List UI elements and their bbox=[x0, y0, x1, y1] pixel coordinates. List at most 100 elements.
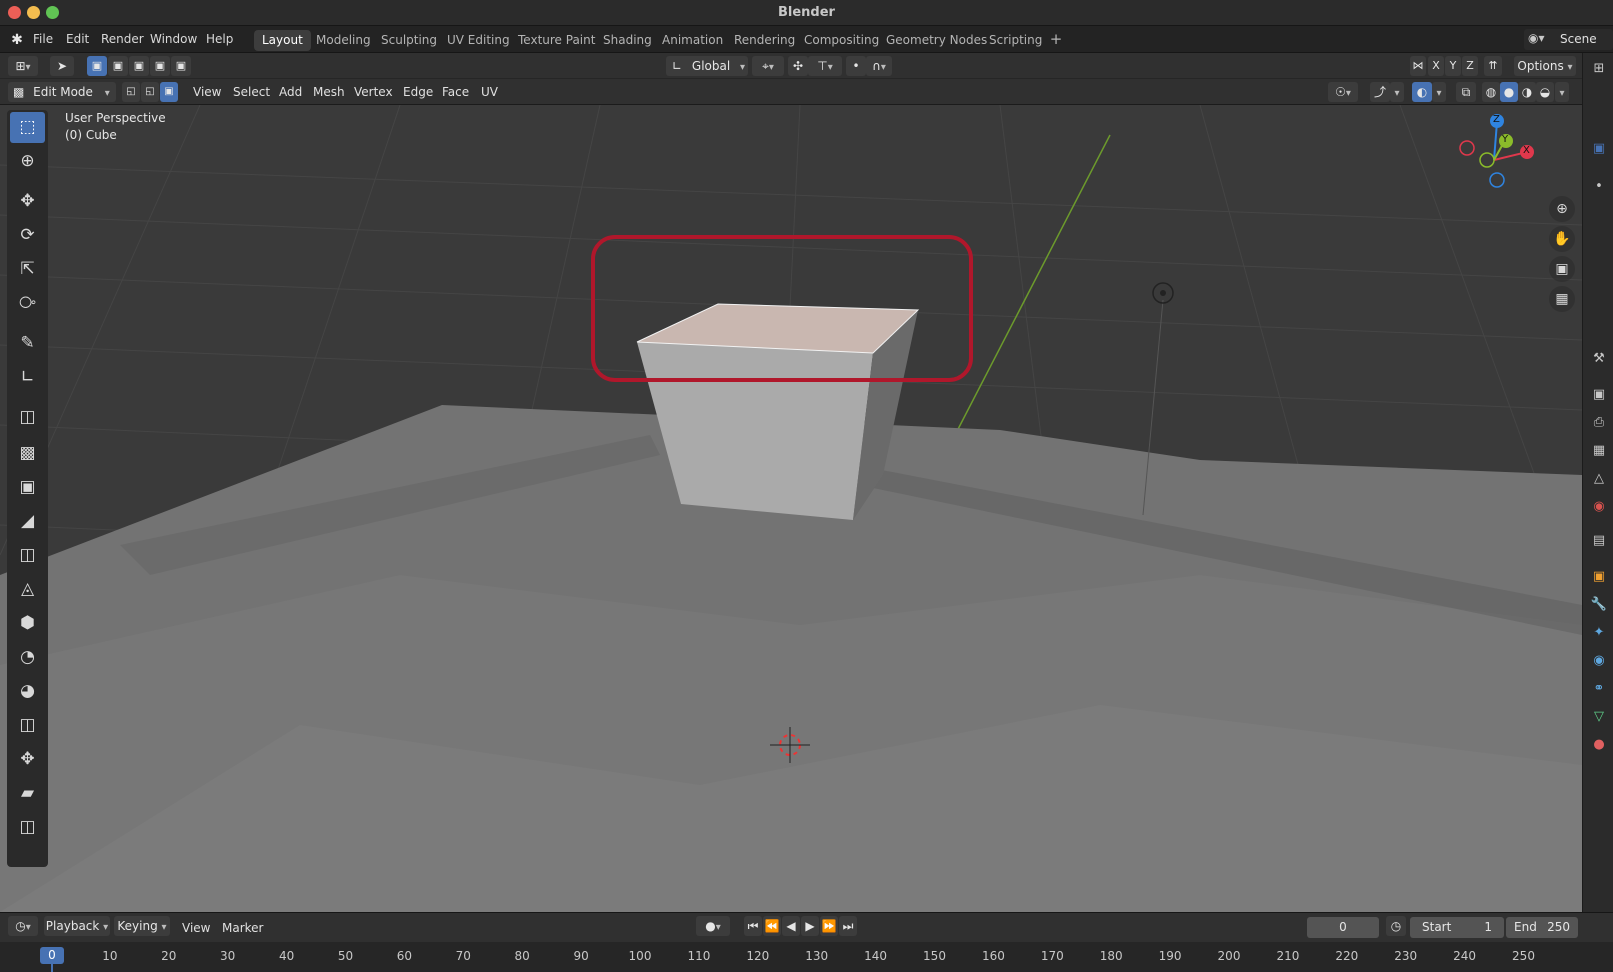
menu-help[interactable]: Help bbox=[206, 32, 233, 46]
current-frame-field[interactable]: 0 bbox=[1307, 917, 1379, 938]
collection-properties-icon[interactable]: ▤ bbox=[1589, 531, 1609, 551]
proportional-edit-icon[interactable]: • bbox=[846, 56, 866, 76]
xray-toggle-icon[interactable]: ⧉ bbox=[1456, 82, 1476, 102]
measure-icon[interactable]: ∟ bbox=[10, 362, 45, 393]
select-box-icon[interactable]: ⬚ bbox=[10, 112, 45, 143]
output-properties-icon[interactable]: ⎙ bbox=[1589, 413, 1609, 433]
preview-range-icon[interactable]: ◷ bbox=[1386, 916, 1406, 936]
select-mode-invert-icon[interactable]: ▣ bbox=[150, 56, 170, 76]
menu-edge[interactable]: Edge bbox=[403, 85, 433, 99]
smooth-icon[interactable]: ◕ bbox=[10, 676, 45, 707]
timeline-view-menu[interactable]: View bbox=[182, 921, 210, 935]
keying-menu[interactable]: Keying ▾ bbox=[114, 916, 170, 936]
select-mode-intersect-icon[interactable]: ▣ bbox=[171, 56, 191, 76]
mirror-z-toggle[interactable]: Z bbox=[1462, 56, 1478, 76]
scale-icon[interactable]: ⇱ bbox=[10, 254, 45, 285]
bevel-icon[interactable]: ◢ bbox=[10, 506, 45, 537]
tool-properties-icon[interactable]: ⚒ bbox=[1589, 349, 1609, 369]
extrude-region-icon[interactable]: ▩ bbox=[10, 438, 45, 469]
3d-viewport[interactable]: Z X Y User Perspective (0) Cube bbox=[0, 105, 1582, 912]
mode-dropdown[interactable]: ▩ Edit Mode ▾ bbox=[8, 82, 116, 102]
solid-shading-icon[interactable]: ● bbox=[1500, 82, 1518, 102]
menu-face[interactable]: Face bbox=[442, 85, 469, 99]
material-properties-icon[interactable]: ● bbox=[1589, 735, 1609, 755]
tab-compositing[interactable]: Compositing bbox=[796, 30, 887, 51]
shear-icon[interactable]: ▰ bbox=[10, 778, 45, 809]
gizmo-dropdown[interactable]: ▾ bbox=[1390, 82, 1404, 102]
auto-merge-icon[interactable]: ⇈ bbox=[1484, 56, 1502, 76]
mesh-data-icon[interactable]: ▽ bbox=[1589, 707, 1609, 727]
mirror-y-toggle[interactable]: Y bbox=[1445, 56, 1461, 76]
snap-target-icon[interactable]: ⊤▾ bbox=[808, 56, 842, 76]
tab-uv-editing[interactable]: UV Editing bbox=[439, 30, 518, 51]
tab-sculpting[interactable]: Sculpting bbox=[373, 30, 445, 51]
tab-shading[interactable]: Shading bbox=[595, 30, 660, 51]
zoom-icon[interactable]: ⊕ bbox=[1549, 196, 1575, 222]
move-icon[interactable]: ✥ bbox=[10, 186, 45, 217]
end-frame-field[interactable]: End 250 bbox=[1506, 917, 1578, 938]
spin-icon[interactable]: ◔ bbox=[10, 642, 45, 673]
render-properties-icon[interactable]: ▣ bbox=[1589, 385, 1609, 405]
add-workspace-button[interactable]: + bbox=[1047, 30, 1065, 50]
transform-icon[interactable]: ⧂ bbox=[10, 288, 45, 319]
scene-properties-icon[interactable]: △ bbox=[1589, 469, 1609, 489]
tab-rendering[interactable]: Rendering bbox=[726, 30, 803, 51]
blender-logo-icon[interactable]: ✱ bbox=[8, 31, 26, 49]
menu-vertex[interactable]: Vertex bbox=[354, 85, 393, 99]
gizmo-toggle-icon[interactable]: ⤴ bbox=[1370, 82, 1390, 102]
sidebar-item-icon[interactable]: • bbox=[1589, 177, 1609, 197]
wireframe-shading-icon[interactable]: ◍ bbox=[1482, 82, 1500, 102]
playhead-frame-indicator[interactable]: 0 bbox=[40, 947, 64, 964]
mirror-x-toggle[interactable]: X bbox=[1428, 56, 1444, 76]
menu-select[interactable]: Select bbox=[233, 85, 270, 99]
shrink-fatten-icon[interactable]: ✥ bbox=[10, 744, 45, 775]
options-dropdown[interactable]: Options ▾ bbox=[1514, 56, 1576, 76]
play-icon[interactable]: ▶ bbox=[801, 916, 819, 936]
poly-build-icon[interactable]: ⬢ bbox=[10, 608, 45, 639]
timeline-ruler[interactable]: 0 10 20 30 40 50 60 70 80 90 100 110 120 130 140 150 16… bbox=[0, 942, 1613, 972]
menu-uv[interactable]: UV bbox=[481, 85, 498, 99]
vertex-select-icon[interactable]: ◱ bbox=[122, 82, 140, 102]
face-select-icon[interactable]: ▣ bbox=[160, 82, 178, 102]
camera-view-icon[interactable]: ▣ bbox=[1549, 256, 1575, 282]
menu-window[interactable]: Window bbox=[150, 32, 197, 46]
prev-keyframe-icon[interactable]: ⏪ bbox=[763, 916, 781, 936]
menu-file[interactable]: File bbox=[33, 32, 53, 46]
visibility-icon[interactable]: ☉▾ bbox=[1328, 82, 1358, 102]
constraints-properties-icon[interactable]: ⚭ bbox=[1589, 679, 1609, 699]
tab-modeling[interactable]: Modeling bbox=[308, 30, 379, 51]
mirror-options-icon[interactable]: ⋈ bbox=[1410, 56, 1426, 76]
pivot-point-icon[interactable]: ⌖▾ bbox=[752, 56, 784, 76]
menu-add[interactable]: Add bbox=[279, 85, 302, 99]
scene-selector[interactable]: ◉▾ Scene bbox=[1524, 29, 1613, 50]
next-keyframe-icon[interactable]: ⏩ bbox=[820, 916, 838, 936]
menu-mesh[interactable]: Mesh bbox=[313, 85, 345, 99]
timeline-marker-menu[interactable]: Marker bbox=[222, 921, 263, 935]
tab-geometry-nodes[interactable]: Geometry Nodes bbox=[878, 30, 995, 51]
material-shading-icon[interactable]: ◑ bbox=[1518, 82, 1536, 102]
auto-keying-icon[interactable]: ●▾ bbox=[696, 916, 730, 936]
tab-layout[interactable]: Layout bbox=[254, 30, 311, 51]
object-properties-icon[interactable]: ▣ bbox=[1589, 567, 1609, 587]
editor-type-icon[interactable]: ⊞▾ bbox=[8, 56, 38, 76]
world-properties-icon[interactable]: ◉ bbox=[1589, 497, 1609, 517]
overlays-toggle-icon[interactable]: ◐ bbox=[1412, 82, 1432, 102]
annotate-icon[interactable]: ✎ bbox=[10, 328, 45, 359]
edge-slide-icon[interactable]: ◫ bbox=[10, 710, 45, 741]
loop-cut-icon[interactable]: ◫ bbox=[10, 540, 45, 571]
shading-dropdown[interactable]: ▾ bbox=[1555, 82, 1569, 102]
overlays-dropdown[interactable]: ▾ bbox=[1432, 82, 1446, 102]
view-layer-icon[interactable]: ▦ bbox=[1589, 441, 1609, 461]
tab-animation[interactable]: Animation bbox=[654, 30, 731, 51]
select-mode-new-icon[interactable]: ▣ bbox=[87, 56, 107, 76]
knife-icon[interactable]: ◬ bbox=[10, 574, 45, 605]
falloff-icon[interactable]: ∩▾ bbox=[866, 56, 892, 76]
edge-select-icon[interactable]: ◱ bbox=[141, 82, 159, 102]
modifier-properties-icon[interactable]: 🔧 bbox=[1589, 595, 1609, 615]
menu-render[interactable]: Render bbox=[101, 32, 144, 46]
sidebar-toggle-icon[interactable]: ▣ bbox=[1589, 139, 1609, 159]
menu-view[interactable]: View bbox=[193, 85, 221, 99]
physics-properties-icon[interactable]: ◉ bbox=[1589, 651, 1609, 671]
jump-end-icon[interactable]: ⏭ bbox=[839, 916, 857, 936]
jump-start-icon[interactable]: ⏮ bbox=[744, 916, 762, 936]
